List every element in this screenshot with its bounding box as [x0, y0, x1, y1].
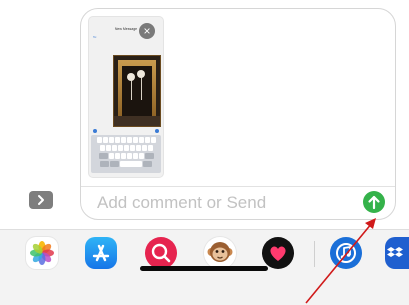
images-search-button[interactable] — [145, 237, 177, 269]
dropbox-icon — [387, 247, 403, 257]
thumbnail-to-field: To: — [93, 35, 98, 39]
music-app-button[interactable] — [330, 237, 362, 269]
home-indicator — [140, 266, 268, 271]
digital-touch-button[interactable] — [262, 237, 294, 269]
monkey-face-icon — [207, 242, 233, 262]
app-store-icon — [92, 244, 110, 262]
comment-input[interactable]: Add comment or Send — [97, 193, 266, 213]
remove-thumbnail-close-icon[interactable]: × — [139, 23, 155, 39]
arrow-up-icon — [368, 195, 380, 210]
heart-icon — [270, 246, 286, 261]
photos-app-button[interactable] — [26, 237, 58, 269]
app-store-button[interactable] — [85, 237, 117, 269]
photos-flower-icon — [30, 241, 54, 265]
globe-search-icon — [151, 243, 171, 263]
send-button[interactable] — [363, 191, 385, 213]
thumbnail-toolbar — [93, 129, 159, 133]
dock-divider — [314, 241, 315, 267]
screenshot-thumbnail[interactable]: New Message To: — [89, 17, 163, 177]
thumbnail-photo — [113, 55, 161, 127]
music-circle-icon — [336, 243, 356, 263]
chevron-right-icon — [38, 195, 44, 205]
compose-box: New Message To: × Add comment or Send — [80, 8, 396, 220]
comment-row: Add comment or Send — [81, 187, 395, 221]
thumbnail-keyboard — [91, 135, 161, 173]
dropbox-app-button[interactable] — [385, 237, 409, 269]
apps-drawer-button[interactable] — [29, 191, 53, 209]
animoji-button[interactable] — [204, 237, 236, 269]
